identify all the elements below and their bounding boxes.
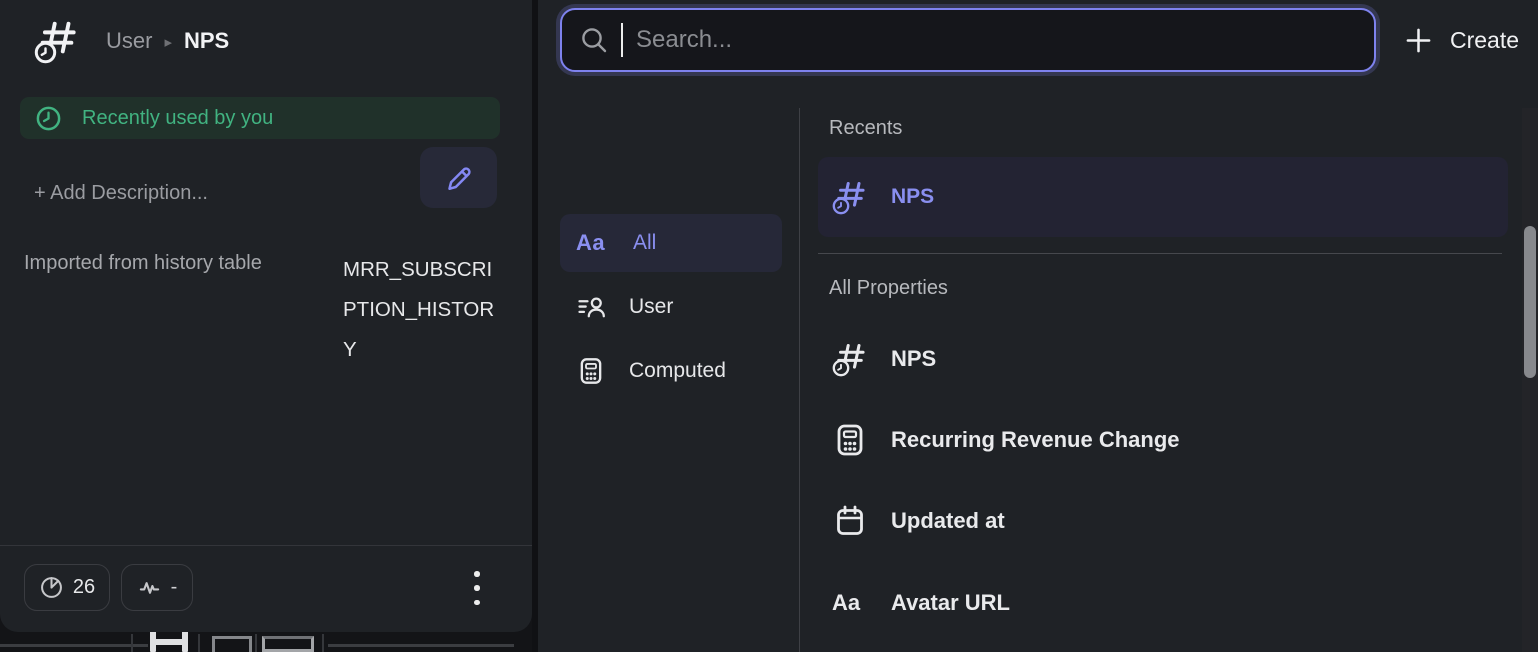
background-line [0,644,148,647]
recently-used-label: Recently used by you [82,107,273,130]
list-item-label: Avatar URL [891,590,1010,616]
calculator-icon [576,356,606,386]
trend-button[interactable]: - [121,564,193,611]
property-picker-overlay: Create Aa All User Computed Recents NPS [538,0,1538,652]
list-item-nps[interactable]: NPS [818,331,1508,387]
background-line [198,634,200,652]
numeric-history-icon [34,18,80,64]
kebab-menu-icon[interactable] [465,569,489,607]
text-type-icon: Aa [832,590,868,616]
sample-values-count-button[interactable]: 26 [24,564,110,611]
filter-label: All [633,231,656,255]
chevron-right-icon: ▸ [164,31,172,51]
trend-value: - [171,576,178,599]
breadcrumb-parent[interactable]: User [106,28,152,54]
list-item-recurring-revenue-change[interactable]: Recurring Revenue Change [818,412,1508,468]
filter-label: User [629,295,673,319]
calendar-icon [832,503,868,539]
background-line [322,634,324,652]
background-line [328,644,514,647]
detail-label: Imported from history table [24,252,262,275]
text-type-icon: Aa [576,230,610,256]
edit-description-button[interactable] [420,147,497,208]
background-shape [212,636,252,652]
background-line [255,634,257,652]
filter-tab-computed[interactable]: Computed [560,346,782,396]
list-item-label: Updated at [891,508,1005,534]
property-list: Recents NPS All Properties NPS Recurring… [800,0,1538,652]
numeric-history-icon [832,341,868,377]
property-details-panel: User ▸ NPS Recently used by you + Add De… [0,0,532,632]
list-item-label: Recurring Revenue Change [891,427,1180,453]
section-title-all-properties: All Properties [829,277,948,300]
breadcrumb-current: NPS [184,28,229,54]
scrollbar-track[interactable] [1522,108,1538,652]
clock-icon [35,105,62,132]
list-item-updated-at[interactable]: Updated at [818,493,1508,549]
pencil-icon [443,162,474,193]
filter-sidebar: Aa All User Computed [538,100,799,652]
detail-value: MRR_SUBSCRIPTION_HISTORY [343,250,503,370]
screen: User ▸ NPS Recently used by you + Add De… [0,0,1538,652]
divider [0,545,532,546]
text-caret [621,23,623,57]
calculator-icon [832,422,868,458]
pie-chart-icon [39,575,64,600]
user-properties-icon [576,292,606,322]
list-item-label: NPS [891,185,934,209]
numeric-history-icon [832,179,868,215]
background-shape [150,631,188,652]
section-title-recents: Recents [829,117,902,140]
search-icon [580,26,608,54]
activity-icon [137,575,162,600]
divider [818,253,1502,254]
add-description-link[interactable]: + Add Description... [34,182,208,205]
recently-used-badge: Recently used by you [20,97,500,139]
filter-tab-user[interactable]: User [560,282,782,332]
count-value: 26 [73,576,95,599]
filter-label: Computed [629,359,726,383]
panel-divider [532,0,538,652]
filter-tab-all[interactable]: Aa All [560,214,782,272]
list-item-avatar-url[interactable]: Aa Avatar URL [818,575,1508,631]
breadcrumb: User ▸ NPS [106,28,229,54]
list-item-label: NPS [891,346,936,372]
background-line [131,634,133,652]
background-shape [262,636,314,652]
list-item-recent-nps[interactable]: NPS [818,157,1508,237]
scrollbar-thumb[interactable] [1524,226,1536,378]
